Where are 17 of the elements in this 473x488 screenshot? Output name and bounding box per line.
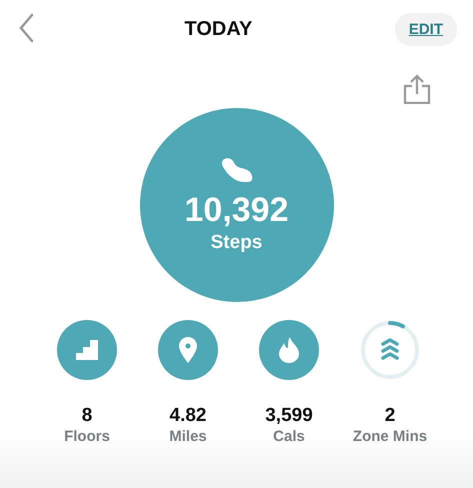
stat-label: Cals [273, 428, 305, 445]
stat-value: 2 [384, 405, 396, 427]
page-title: TODAY [184, 18, 252, 40]
steps-value: 10,392 [184, 190, 288, 230]
flame-icon [279, 337, 299, 363]
edit-button[interactable]: EDIT [394, 12, 457, 46]
steps-label: Steps [210, 232, 262, 254]
stat-value: 3,599 [265, 405, 313, 427]
stat-value: 8 [82, 405, 92, 427]
stat-value: 4.82 [170, 405, 206, 427]
stairs-icon [76, 340, 98, 360]
stat-label: Miles [169, 428, 207, 445]
location-pin-icon [179, 337, 197, 363]
chevrons-icon [381, 338, 399, 360]
share-icon[interactable] [403, 74, 431, 104]
stat-label: Floors [64, 428, 110, 445]
stat-label: Zone Mins [352, 428, 428, 445]
